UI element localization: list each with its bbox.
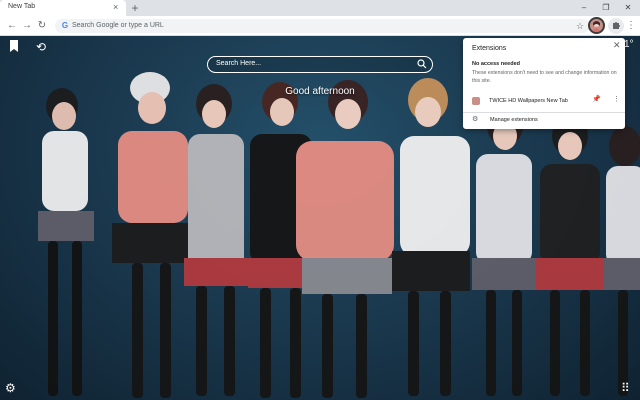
no-access-heading: No access needed <box>472 61 520 67</box>
google-icon: G <box>61 21 69 30</box>
wallpaper-search-box[interactable]: Search Here... <box>207 56 433 73</box>
greeting-text: Good afternoon <box>285 86 355 97</box>
browser-toolbar: ← → ↻ G Search Google or type a URL ☆ ⋮ <box>0 16 640 36</box>
manage-extensions-link[interactable]: Manage extensions <box>490 117 538 123</box>
bookmark-star-icon[interactable]: ☆ <box>576 21 584 31</box>
window-close-icon[interactable]: ✕ <box>618 2 638 14</box>
pin-icon[interactable]: 📌 <box>592 96 601 104</box>
search-icon[interactable] <box>417 59 427 69</box>
restore-icon[interactable]: ❐ <box>596 2 616 14</box>
address-bar[interactable]: G Search Google or type a URL ☆ <box>55 19 590 33</box>
browser-menu-icon[interactable]: ⋮ <box>626 19 636 33</box>
bookmark-icon[interactable] <box>9 40 19 55</box>
settings-gear-icon[interactable]: ⚙ <box>5 381 16 395</box>
extensions-popup: Extensions ✕ No access needed These exte… <box>463 38 625 129</box>
minimize-icon[interactable]: – <box>574 2 594 14</box>
forward-icon[interactable]: → <box>21 20 33 32</box>
clock-fragment: 1° <box>624 39 634 50</box>
apps-grid-icon[interactable]: ⠿ <box>621 381 630 395</box>
extensions-puzzle-button[interactable] <box>608 18 624 34</box>
tab-strip: New Tab × + – ❐ ✕ <box>0 0 640 16</box>
close-icon[interactable]: ✕ <box>613 40 621 50</box>
twice-extension-icon[interactable] <box>588 17 605 34</box>
new-tab-button[interactable]: + <box>128 0 142 16</box>
no-access-description: These extensions don't need to see and c… <box>472 70 617 84</box>
puzzle-icon <box>613 22 620 29</box>
reload-icon[interactable]: ↻ <box>36 20 48 32</box>
search-placeholder: Search Here... <box>216 60 262 67</box>
address-placeholder: Search Google or type a URL <box>72 22 164 29</box>
back-icon[interactable]: ← <box>6 20 18 32</box>
close-icon[interactable]: × <box>113 2 118 12</box>
tab-new-tab[interactable]: New Tab × <box>0 0 126 16</box>
more-options-icon[interactable]: ⋮ <box>613 96 620 104</box>
extension-name[interactable]: TWICE HD Wallpapers New Tab <box>489 98 568 104</box>
tab-title: New Tab <box>8 3 36 10</box>
twice-extension-icon <box>472 97 480 105</box>
extensions-popup-title: Extensions <box>472 45 507 52</box>
gear-icon: ⚙ <box>472 116 479 123</box>
popup-divider <box>463 112 625 113</box>
history-icon[interactable]: ⟲ <box>36 40 46 54</box>
